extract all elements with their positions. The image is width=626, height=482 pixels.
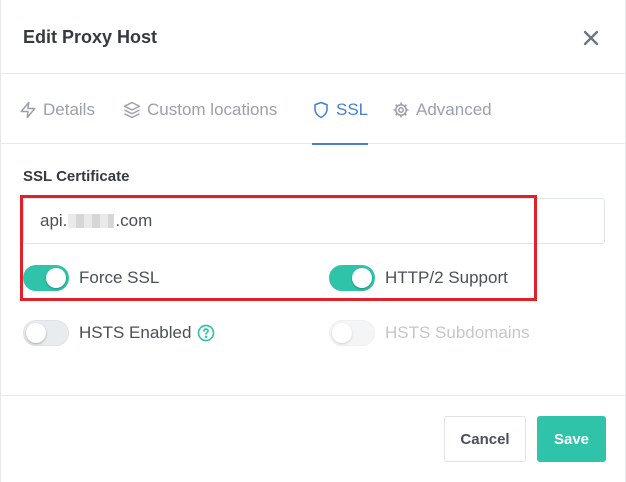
http2-support-toggle[interactable] (329, 265, 375, 291)
close-icon[interactable] (580, 27, 602, 49)
ssl-certificate-label: SSL Certificate (23, 168, 130, 185)
modal-header: Edit Proxy Host (1, 0, 625, 74)
hsts-subdomains-row: HSTS Subdomains (329, 320, 530, 346)
gear-icon (393, 102, 409, 117)
http2-row: HTTP/2 Support (329, 265, 508, 291)
http2-support-label: HTTP/2 Support (385, 268, 508, 287)
certificate-prefix: api. (40, 211, 68, 230)
edit-proxy-host-modal: Edit Proxy Host Details Custom locations… (0, 0, 626, 482)
tab-ssl-label: SSL (336, 99, 369, 119)
redacted-domain (68, 214, 115, 228)
tab-custom-locations[interactable]: Custom locations (123, 75, 277, 144)
tab-ssl[interactable]: SSL (312, 75, 369, 145)
tab-advanced[interactable]: Advanced (392, 75, 492, 144)
modal-footer: Cancel Save (1, 395, 625, 482)
tab-advanced-label: Advanced (416, 99, 492, 119)
certificate-suffix: .com (115, 211, 153, 230)
ssl-certificate-value: api. .com (40, 211, 152, 231)
save-button[interactable]: Save (537, 416, 606, 462)
ssl-certificate-select[interactable]: api. .com (23, 198, 605, 244)
hsts-enabled-toggle[interactable] (23, 320, 69, 346)
modal-title: Edit Proxy Host (23, 27, 158, 47)
force-ssl-row: Force SSL (23, 265, 159, 291)
hsts-enabled-row: HSTS Enabled (23, 320, 215, 346)
hsts-subdomains-toggle (329, 320, 375, 346)
question-circle-icon[interactable] (197, 324, 215, 342)
hsts-enabled-label: HSTS Enabled (79, 323, 192, 342)
layers-icon (123, 101, 141, 118)
tab-details-label: Details (43, 99, 95, 119)
shield-icon (314, 101, 328, 118)
tab-bar: Details Custom locations SSL Advanced (1, 75, 625, 145)
force-ssl-label: Force SSL (79, 268, 160, 287)
tab-details[interactable]: Details (19, 75, 95, 144)
tab-custom-locations-label: Custom locations (147, 99, 278, 119)
hsts-subdomains-label: HSTS Subdomains (385, 323, 530, 342)
bolt-icon (20, 101, 36, 118)
force-ssl-toggle[interactable] (23, 265, 69, 291)
cancel-button[interactable]: Cancel (444, 416, 526, 462)
